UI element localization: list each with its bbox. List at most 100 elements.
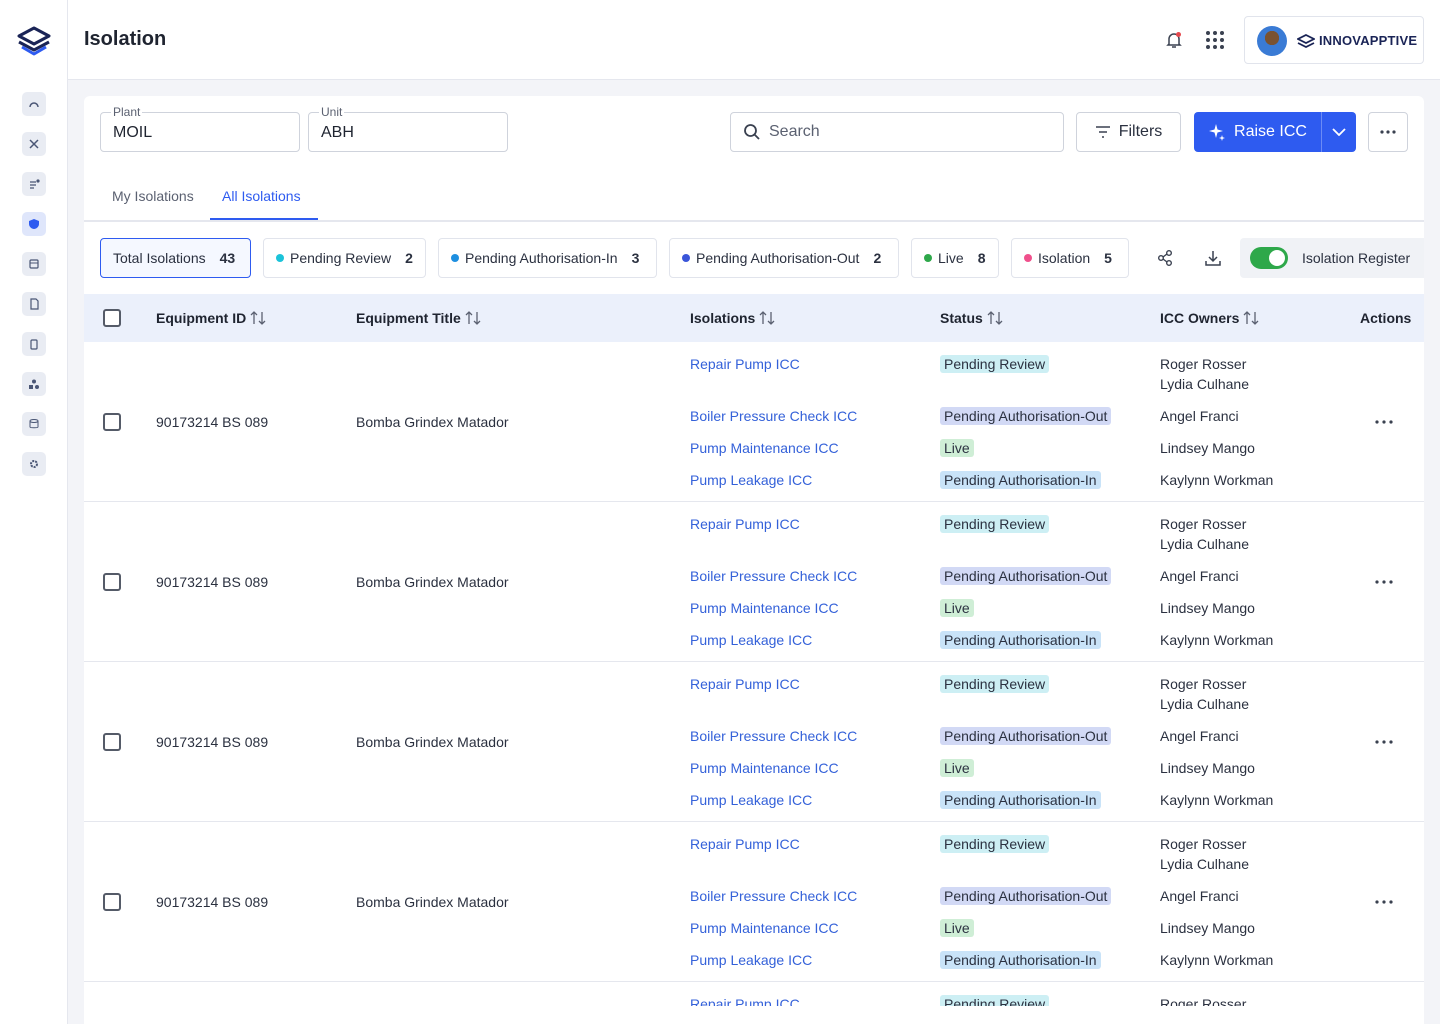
equipment-title: Bomba Grindex Matador	[356, 734, 509, 750]
icc-owner: Lydia Culhane	[1160, 376, 1249, 392]
header-equipment-id[interactable]: Equipment ID	[156, 310, 266, 326]
status-badge: Live	[940, 759, 974, 777]
icc-owner: Roger Rosser	[1160, 996, 1247, 1006]
icc-owner: Roger Rosser	[1160, 676, 1247, 692]
shield-icon[interactable]	[22, 212, 46, 236]
filters-button[interactable]: Filters	[1076, 112, 1181, 152]
isolation-link[interactable]: Repair Pump ICC	[690, 836, 800, 852]
status-badge: Pending Authorisation-In	[940, 471, 1101, 489]
header-equipment-title[interactable]: Equipment Title	[356, 310, 481, 326]
header-icc-owners[interactable]: ICC Owners	[1160, 310, 1259, 326]
gear-icon[interactable]	[22, 452, 46, 476]
chip-pending-review[interactable]: Pending Review 2	[263, 238, 426, 278]
clipboard-icon[interactable]	[22, 332, 46, 356]
chip-isolation[interactable]: Isolation 5	[1011, 238, 1129, 278]
isolation-link[interactable]: Boiler Pressure Check ICC	[690, 408, 857, 424]
row-checkbox[interactable]	[103, 573, 121, 591]
header-isolations[interactable]: Isolations	[690, 310, 775, 326]
apps-grid-icon[interactable]	[1203, 28, 1227, 52]
chip-label: Pending Authorisation-Out	[696, 250, 860, 266]
isolation-link[interactable]: Repair Pump ICC	[690, 676, 800, 692]
header-status[interactable]: Status	[940, 310, 1003, 326]
status-dot	[276, 254, 284, 262]
status-badge: Live	[940, 919, 974, 937]
dashboard-icon[interactable]	[22, 92, 46, 116]
sort-icon	[1243, 311, 1259, 325]
chip-count: 2	[405, 250, 413, 266]
tab-all-isolations[interactable]: All Isolations	[222, 188, 301, 204]
user-menu[interactable]: INNOVAPPTIVE	[1244, 16, 1424, 64]
chip-label: Isolation	[1038, 250, 1091, 266]
more-horizontal-icon	[1380, 130, 1396, 134]
row-checkbox[interactable]	[103, 413, 121, 431]
isolation-link[interactable]: Pump Maintenance ICC	[690, 600, 839, 616]
status-badge: Pending Review	[940, 835, 1050, 853]
calendar-icon[interactable]	[22, 252, 46, 276]
row-more-icon[interactable]	[1374, 738, 1394, 746]
icc-owner: Lindsey Mango	[1160, 440, 1255, 456]
raise-icc-dropdown[interactable]	[1322, 112, 1356, 152]
toggle-switch[interactable]	[1250, 247, 1288, 269]
isolation-link[interactable]: Pump Leakage ICC	[690, 952, 812, 968]
avatar[interactable]	[1257, 26, 1287, 56]
icc-owner: Angel Franci	[1160, 408, 1239, 424]
database-icon[interactable]	[22, 412, 46, 436]
raise-icc-button[interactable]: Raise ICC	[1194, 112, 1322, 152]
isolation-link[interactable]: Boiler Pressure Check ICC	[690, 888, 857, 904]
page-title: Isolation	[84, 28, 167, 50]
row-more-icon[interactable]	[1374, 418, 1394, 426]
icc-owner: Lydia Culhane	[1160, 536, 1249, 552]
select-all-checkbox[interactable]	[103, 309, 121, 327]
chip-live[interactable]: Live 8	[911, 238, 999, 278]
sort-icon	[250, 311, 266, 325]
share-icon[interactable]	[1155, 248, 1175, 268]
isolation-link[interactable]: Pump Leakage ICC	[690, 472, 812, 488]
status-badge: Pending Authorisation-In	[940, 631, 1101, 649]
row-checkbox[interactable]	[103, 893, 121, 911]
isolation-link[interactable]: Pump Maintenance ICC	[690, 920, 839, 936]
list-icon[interactable]	[22, 172, 46, 196]
row-checkbox[interactable]	[103, 733, 121, 751]
equipment-title: Bomba Grindex Matador	[356, 894, 509, 910]
isolation-link[interactable]: Repair Pump ICC	[690, 356, 800, 372]
download-icon[interactable]	[1203, 248, 1223, 268]
chip-total-isolations[interactable]: Total Isolations 43	[100, 238, 251, 278]
chip-pending-authorisation-out[interactable]: Pending Authorisation-Out 2	[669, 238, 899, 278]
status-badge: Pending Authorisation-Out	[940, 727, 1112, 745]
row-more-icon[interactable]	[1374, 898, 1394, 906]
app-logo-icon[interactable]	[16, 24, 52, 60]
chip-label: Total Isolations	[113, 250, 206, 266]
shapes-icon[interactable]	[22, 372, 46, 396]
status-badge: Pending Review	[940, 515, 1050, 533]
header-label: Actions	[1360, 310, 1412, 326]
icc-owner: Roger Rosser	[1160, 356, 1247, 372]
plant-field[interactable]: Plant MOIL	[100, 105, 300, 152]
isolation-link[interactable]: Repair Pump ICC	[690, 996, 800, 1006]
isolation-link[interactable]: Pump Maintenance ICC	[690, 760, 839, 776]
isolation-link[interactable]: Pump Leakage ICC	[690, 792, 812, 808]
more-options-button[interactable]	[1368, 112, 1408, 152]
status-badge: Live	[940, 599, 974, 617]
equipment-title: Bomba Grindex Matador	[356, 574, 509, 590]
isolation-link[interactable]: Boiler Pressure Check ICC	[690, 728, 857, 744]
isolation-link[interactable]: Pump Maintenance ICC	[690, 440, 839, 456]
bell-icon[interactable]	[1162, 28, 1186, 52]
document-icon[interactable]	[22, 292, 46, 316]
equipment-id: 90173214 BS 089	[156, 574, 269, 590]
isolation-link[interactable]: Repair Pump ICC	[690, 516, 800, 532]
header-label: Equipment ID	[156, 310, 247, 326]
isolation-link[interactable]: Pump Leakage ICC	[690, 632, 812, 648]
brand-logo: INNOVAPPTIVE	[1297, 33, 1417, 48]
tab-my-isolations[interactable]: My Isolations	[112, 188, 194, 204]
search-input[interactable]	[769, 123, 1029, 141]
isolation-link[interactable]: Boiler Pressure Check ICC	[690, 568, 857, 584]
search-icon	[744, 124, 760, 140]
status-badge: Pending Authorisation-Out	[940, 567, 1112, 585]
unit-field[interactable]: Unit ABH	[308, 105, 508, 152]
icc-owner: Angel Franci	[1160, 728, 1239, 744]
chip-pending-authorisation-in[interactable]: Pending Authorisation-In 3	[438, 238, 657, 278]
icc-owner: Angel Franci	[1160, 888, 1239, 904]
row-more-icon[interactable]	[1374, 578, 1394, 586]
isolation-register-toggle[interactable]: Isolation Register	[1240, 238, 1424, 278]
tools-icon[interactable]	[22, 132, 46, 156]
